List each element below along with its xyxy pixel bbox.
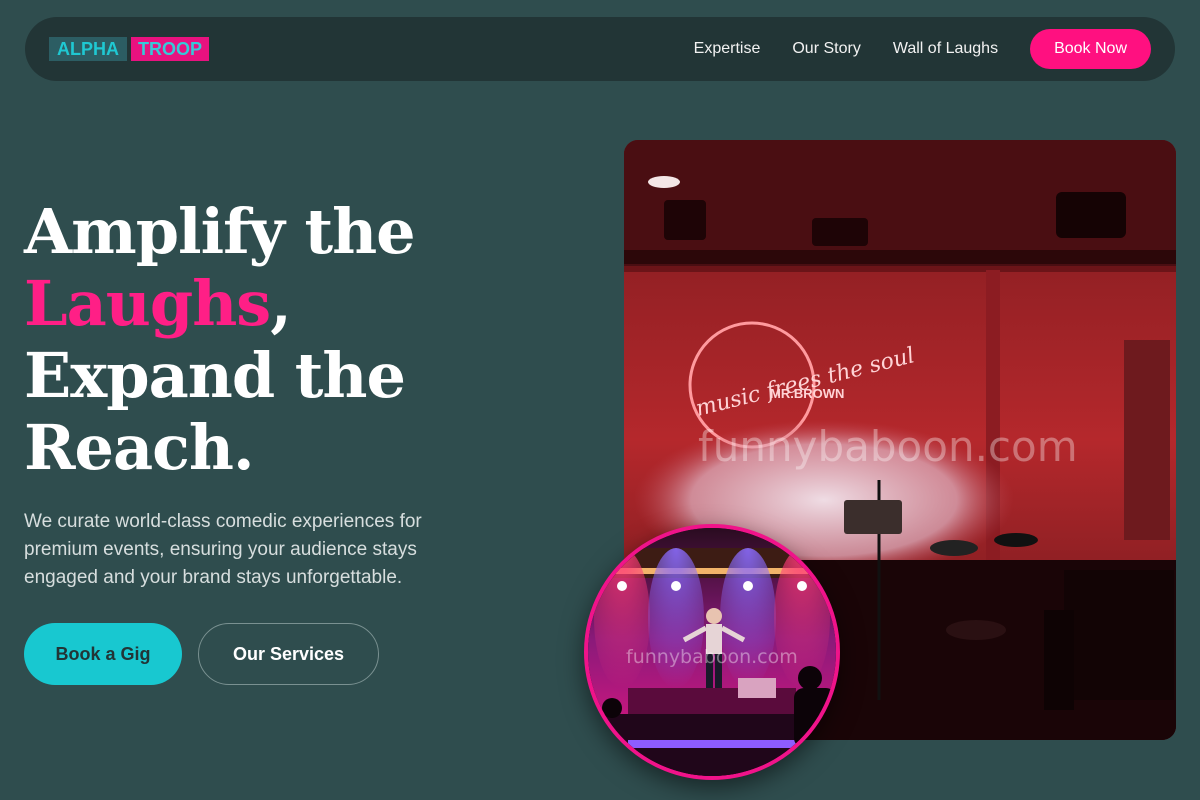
brand-logo[interactable]: ALPHA TROOP (49, 37, 210, 61)
navbar: ALPHA TROOP Expertise Our Story Wall of … (25, 17, 1175, 81)
hero-title-comma: , (270, 267, 292, 340)
hero-title-highlight: Laughs (24, 267, 271, 340)
nav-link-expertise[interactable]: Expertise (694, 40, 761, 58)
hero-title: Amplify the Laughs, Expand the Reach. (24, 195, 416, 484)
nav-link-wall-of-laughs[interactable]: Wall of Laughs (893, 40, 998, 58)
nav-links: Expertise Our Story Wall of Laughs (694, 40, 998, 58)
hero-title-line3: Expand the (24, 339, 406, 412)
nav-link-our-story[interactable]: Our Story (792, 40, 860, 58)
comedian-stage-photo: funnybaboon.com (584, 524, 840, 780)
neon-sign-sub: MR.BROWN (770, 386, 844, 401)
our-services-button[interactable]: Our Services (198, 623, 379, 685)
book-now-button[interactable]: Book Now (1030, 29, 1151, 69)
logo-part-alpha: ALPHA (49, 37, 127, 61)
logo-part-troop: TROOP (131, 37, 210, 61)
hero-title-line4: Reach. (24, 411, 255, 484)
book-a-gig-button[interactable]: Book a Gig (24, 623, 182, 685)
watermark-main: funnybaboon.com (698, 422, 1078, 471)
hero-title-line1: Amplify the (24, 195, 416, 268)
hero-description: We curate world-class comedic experience… (24, 511, 422, 588)
watermark-circle: funnybaboon.com (626, 646, 798, 668)
